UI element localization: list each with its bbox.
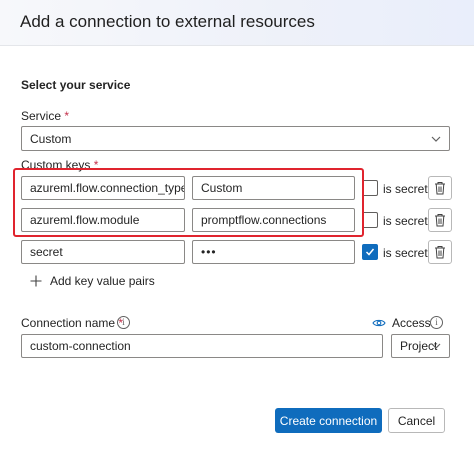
connection-name-label: Connection name * [21,316,123,330]
key-input-3[interactable]: secret [21,240,185,264]
is-secret-label-3: is secret [383,246,428,260]
trash-icon [435,246,445,259]
delete-row-button-3[interactable] [428,240,452,264]
create-connection-button[interactable]: Create connection [275,408,382,433]
trash-icon [435,182,445,195]
dialog-header: Add a connection to external resources [0,0,474,46]
info-icon[interactable]: i [430,316,443,329]
required-mark: * [64,109,70,123]
dialog-title: Add a connection to external resources [20,12,315,31]
plus-icon [30,275,42,287]
value-input-3[interactable]: ••• [192,240,355,264]
service-label: Service * [21,109,69,123]
chevron-down-icon [431,136,441,142]
highlight-box [13,168,364,237]
connection-name-label-text: Connection name [21,316,116,330]
delete-row-button-1[interactable] [428,176,452,200]
service-label-text: Service [21,109,62,123]
trash-icon [435,214,445,227]
service-select-value: Custom [30,131,72,146]
connection-name-input[interactable]: custom-connection [21,334,383,358]
is-secret-checkbox-2[interactable] [362,212,378,228]
is-secret-checkbox-3[interactable] [362,244,378,260]
add-key-value-pairs-button[interactable]: Add key value pairs [30,274,155,288]
chevron-down-icon [431,343,441,349]
access-select[interactable]: Project [391,334,450,358]
info-icon[interactable]: i [117,316,130,329]
eye-icon[interactable] [372,318,386,328]
is-secret-label-1: is secret [383,182,428,196]
cancel-button[interactable]: Cancel [388,408,445,433]
section-title: Select your service [21,78,131,92]
delete-row-button-2[interactable] [428,208,452,232]
is-secret-checkbox-1[interactable] [362,180,378,196]
service-select[interactable]: Custom [21,126,450,151]
is-secret-label-2: is secret [383,214,428,228]
add-key-value-pairs-label: Add key value pairs [50,274,155,288]
checkmark-icon [365,248,375,256]
access-label: Access [392,316,431,330]
